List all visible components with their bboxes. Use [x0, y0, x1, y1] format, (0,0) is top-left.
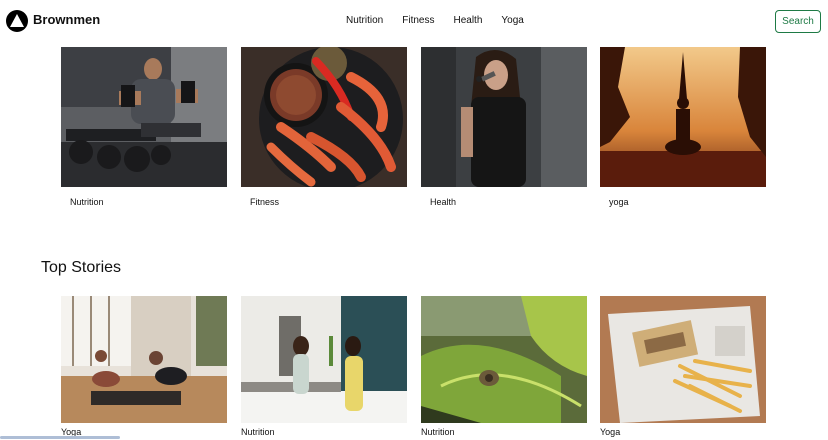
search-button[interactable]: Search	[775, 10, 821, 33]
site-header: Brownmen Nutrition Fitness Health Yoga S…	[0, 0, 828, 44]
card-label[interactable]: Yoga	[600, 427, 766, 437]
card-label[interactable]: yoga	[609, 197, 766, 207]
category-card[interactable]: Nutrition	[61, 47, 227, 207]
category-card[interactable]: Fitness	[241, 47, 407, 207]
card-image[interactable]	[421, 47, 587, 187]
nav-item-nutrition[interactable]: Nutrition	[346, 15, 383, 26]
card-image[interactable]	[600, 296, 766, 423]
category-card[interactable]: Health	[421, 47, 587, 207]
card-image[interactable]	[61, 47, 227, 187]
brand-logo-icon[interactable]	[6, 10, 28, 32]
main-nav: Nutrition Fitness Health Yoga	[346, 15, 524, 26]
story-card[interactable]: Nutrition	[421, 296, 587, 437]
card-label[interactable]: Nutrition	[421, 427, 587, 437]
card-image[interactable]	[421, 296, 587, 423]
category-card[interactable]: yoga	[600, 47, 766, 207]
card-image[interactable]	[241, 296, 407, 423]
card-label[interactable]: Fitness	[250, 197, 407, 207]
nav-item-yoga[interactable]: Yoga	[501, 15, 523, 26]
brand-name[interactable]: Brownmen	[33, 12, 100, 27]
story-card[interactable]: Nutrition	[241, 296, 407, 437]
card-image[interactable]	[600, 47, 766, 187]
section-title-top-stories: Top Stories	[41, 259, 122, 276]
card-label[interactable]: Nutrition	[70, 197, 227, 207]
horizontal-scrollbar[interactable]	[0, 436, 120, 439]
card-label[interactable]: Health	[430, 197, 587, 207]
story-card[interactable]: Yoga	[61, 296, 227, 437]
card-label[interactable]: Nutrition	[241, 427, 407, 437]
card-image[interactable]	[241, 47, 407, 187]
nav-item-health[interactable]: Health	[453, 15, 482, 26]
card-image[interactable]	[61, 296, 227, 423]
nav-item-fitness[interactable]: Fitness	[402, 15, 434, 26]
story-card[interactable]: Yoga	[600, 296, 766, 437]
